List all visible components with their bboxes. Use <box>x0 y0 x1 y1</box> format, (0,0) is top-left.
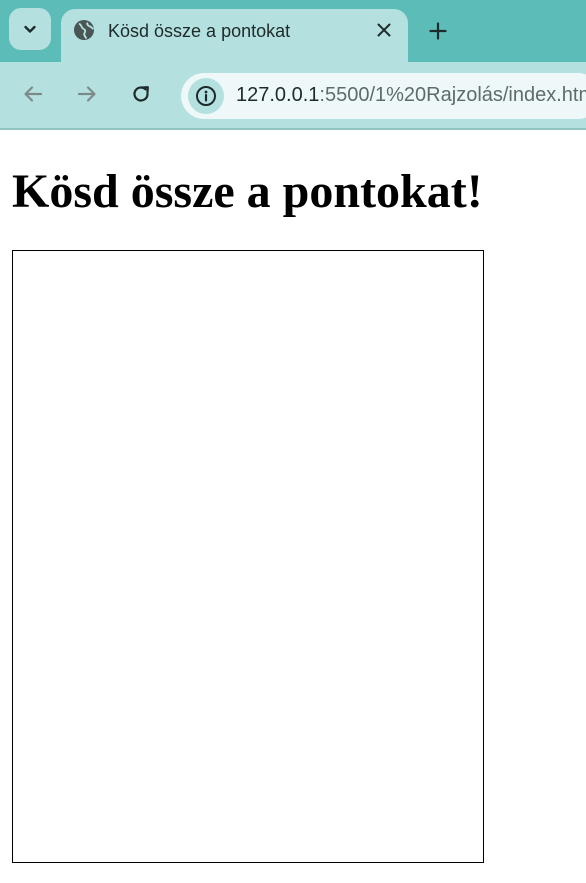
url-text: 127.0.0.1:5500/1%20Rajzolás/index.html <box>236 84 586 107</box>
close-tab-button[interactable] <box>372 18 396 42</box>
site-info-button[interactable] <box>188 78 224 114</box>
tab-search-button[interactable] <box>9 8 51 50</box>
globe-icon <box>74 20 94 40</box>
chevron-down-icon <box>24 25 36 33</box>
toolbar-divider <box>0 128 586 130</box>
back-button[interactable] <box>18 79 48 109</box>
close-icon <box>377 23 391 37</box>
page-title: Kösd össze a pontokat! <box>12 165 483 218</box>
browser-toolbar: 127.0.0.1:5500/1%20Rajzolás/index.html <box>0 62 586 128</box>
forward-button[interactable] <box>72 79 102 109</box>
tab-strip: Kösd össze a pontokat <box>0 0 586 69</box>
url-path: :5500/1%20Rajzolás/index.html <box>319 84 586 106</box>
plus-icon <box>429 22 447 40</box>
tab-title: Kösd össze a pontokat <box>108 21 291 41</box>
tab-active[interactable]: Kösd össze a pontokat <box>61 9 408 69</box>
reload-icon <box>133 86 149 102</box>
reload-button[interactable] <box>126 79 156 109</box>
info-icon <box>196 86 216 106</box>
new-tab-button[interactable] <box>424 17 452 45</box>
drawing-canvas[interactable] <box>12 250 484 863</box>
arrow-right-icon <box>77 86 96 102</box>
url-host: 127.0.0.1 <box>236 84 320 106</box>
arrow-left-icon <box>24 86 43 102</box>
address-bar[interactable]: 127.0.0.1:5500/1%20Rajzolás/index.html <box>181 73 586 119</box>
